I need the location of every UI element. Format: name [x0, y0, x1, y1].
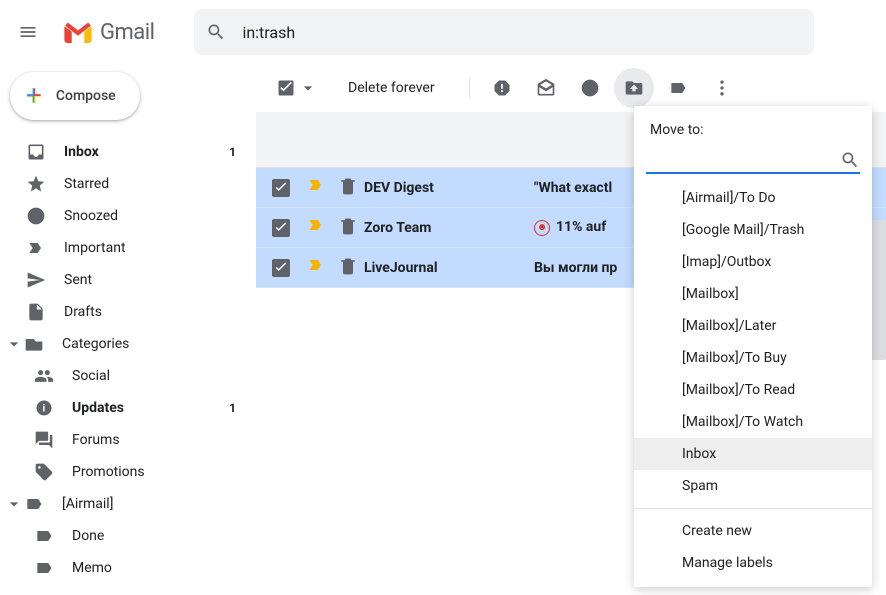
popup-option[interactable]: [Airmail]/To Do	[634, 182, 872, 214]
row-sender: DEV Digest	[364, 180, 534, 196]
important-marker-icon[interactable]	[306, 255, 326, 280]
important-marker-icon[interactable]	[306, 175, 326, 200]
row-checkbox[interactable]	[272, 219, 290, 237]
popup-option[interactable]: [Mailbox]/To Read	[634, 374, 872, 406]
more-button[interactable]	[702, 68, 742, 108]
sidebar-item-done[interactable]: Done	[0, 520, 256, 552]
label-icon	[34, 558, 54, 578]
star-icon	[26, 174, 46, 194]
sidebar-item-important[interactable]: Important	[0, 232, 256, 264]
popup-option[interactable]: [Mailbox]/To Watch	[634, 406, 872, 438]
important-icon	[26, 238, 46, 258]
promotions-icon	[34, 462, 54, 482]
menu-icon[interactable]	[16, 20, 40, 44]
select-all-checkbox[interactable]	[272, 74, 322, 102]
sidebar-item-sent[interactable]: Sent	[0, 264, 256, 296]
sidebar-item-snoozed[interactable]: Snoozed	[0, 200, 256, 232]
label-icon	[34, 526, 54, 546]
sidebar-item-starred[interactable]: Starred	[0, 168, 256, 200]
popup-option[interactable]: [Mailbox]	[634, 278, 872, 310]
row-checkbox[interactable]	[272, 179, 290, 197]
sidebar-group-airmail[interactable]: [Airmail]	[0, 488, 256, 520]
row-sender: LiveJournal	[364, 260, 534, 276]
popup-option[interactable]: [Imap]/Outbox	[634, 246, 872, 278]
snooze-button[interactable]	[570, 68, 610, 108]
popup-option[interactable]: [Google Mail]/Trash	[634, 214, 872, 246]
sidebar-item-forums[interactable]: Forums	[0, 424, 256, 456]
chevron-down-icon	[298, 78, 318, 98]
sidebar-item-memo[interactable]: Memo	[0, 552, 256, 584]
separator	[469, 78, 470, 98]
trash-icon	[338, 176, 358, 200]
popup-option[interactable]: Spam	[634, 470, 872, 502]
inbox-icon	[26, 142, 46, 162]
gmail-logo[interactable]: Gmail	[64, 20, 154, 45]
compose-button[interactable]: + Compose	[10, 72, 140, 120]
popup-option[interactable]: [Mailbox]/Later	[634, 310, 872, 342]
search-icon	[206, 22, 226, 42]
search-input[interactable]	[242, 23, 802, 42]
label-icon	[24, 494, 44, 514]
popup-search-input[interactable]	[646, 152, 840, 168]
drafts-icon	[26, 302, 46, 322]
move-to-popup: Move to: [Airmail]/To Do[Google Mail]/Tr…	[634, 106, 872, 587]
main: Delete forever DEV Digest "What exactl Z…	[256, 64, 886, 595]
plus-icon: +	[26, 82, 42, 110]
trash-icon	[338, 216, 358, 240]
clock-icon	[26, 206, 46, 226]
popup-option[interactable]: [Mailbox]/To Buy	[634, 342, 872, 374]
delete-forever-button[interactable]: Delete forever	[336, 80, 447, 96]
popup-title: Move to:	[634, 118, 872, 148]
toolbar: Delete forever	[256, 64, 886, 112]
move-to-button[interactable]	[614, 68, 654, 108]
popup-manage-labels[interactable]: Manage labels	[634, 547, 872, 579]
popup-option[interactable]: Inbox	[634, 438, 872, 470]
scrollbar[interactable]	[870, 220, 886, 360]
sidebar-item-inbox[interactable]: Inbox 1	[0, 136, 256, 168]
svg-text:i: i	[43, 403, 46, 414]
compose-label: Compose	[56, 88, 116, 104]
caret-down-icon	[4, 334, 24, 354]
search-bar[interactable]	[194, 9, 814, 55]
sidebar-item-promotions[interactable]: Promotions	[0, 456, 256, 488]
sidebar-item-social[interactable]: Social	[0, 360, 256, 392]
report-spam-button[interactable]	[482, 68, 522, 108]
popup-create-new[interactable]: Create new	[634, 515, 872, 547]
logo-text: Gmail	[100, 20, 154, 45]
updates-icon: i	[34, 398, 54, 418]
popup-search[interactable]	[646, 148, 860, 174]
categories-icon	[24, 334, 44, 354]
row-checkbox[interactable]	[272, 259, 290, 277]
mark-read-button[interactable]	[526, 68, 566, 108]
sidebar: + Compose Inbox 1 Starred Snoozed Import…	[0, 64, 256, 595]
sidebar-group-categories[interactable]: Categories	[0, 328, 256, 360]
social-icon	[34, 366, 54, 386]
search-icon	[840, 150, 860, 170]
badge-icon: ☻	[534, 220, 550, 236]
sidebar-item-updates[interactable]: i Updates 1	[0, 392, 256, 424]
row-sender: Zoro Team	[364, 220, 534, 236]
trash-icon	[338, 256, 358, 280]
sidebar-item-drafts[interactable]: Drafts	[0, 296, 256, 328]
labels-button[interactable]	[658, 68, 698, 108]
important-marker-icon[interactable]	[306, 215, 326, 240]
caret-down-icon	[4, 494, 24, 514]
sent-icon	[26, 270, 46, 290]
forums-icon	[34, 430, 54, 450]
